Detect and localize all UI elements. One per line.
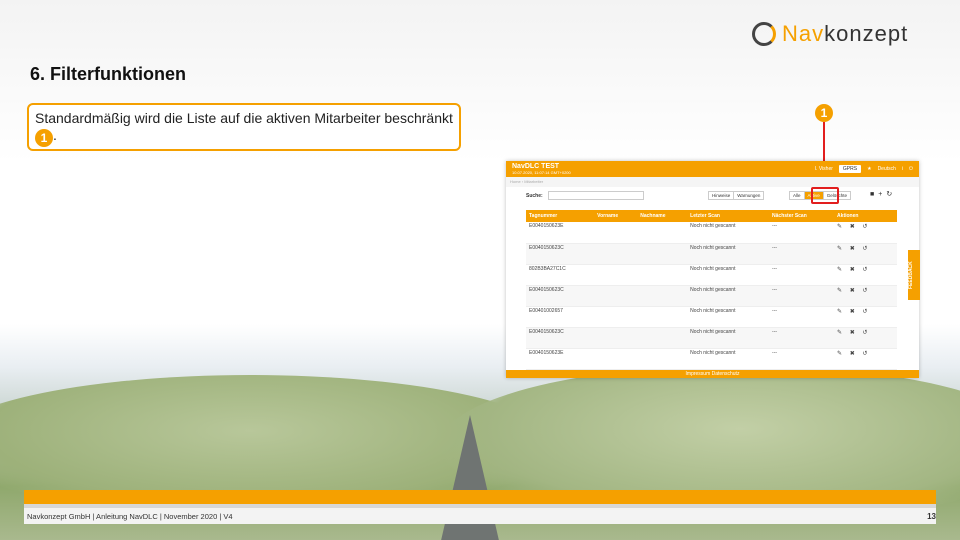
cell-next-scan: --- [769,264,835,286]
row-action-icons[interactable]: ✎ ✖ ↺ [834,285,897,307]
cell-lastname [637,327,688,349]
cell-last-scan: Noch nicht gescannt [687,306,770,328]
row-action-icons[interactable]: ✎ ✖ ↺ [834,348,897,370]
user-menu[interactable]: I. Visher [815,166,833,172]
cell-tag: 802B3BA27C1C [526,264,595,286]
page-title: 6. Filterfunktionen [30,64,187,84]
cell-tag: E0040150623C [526,243,595,265]
cell-last-scan: Noch nicht gescannt [687,222,770,244]
cell-tag: E00401002657 [526,306,595,328]
cart-icon[interactable]: ★ [867,166,871,172]
page-number: 13 [927,512,936,521]
table-row[interactable]: 802B3BA27C1C Noch nicht gescannt --- ✎ ✖ ↺ [526,264,897,286]
table-row[interactable]: E0040150623C Noch nicht gescannt --- ✎ ✖ ↺ [526,285,897,307]
cell-next-scan: --- [769,327,835,349]
cell-lastname [637,306,688,328]
cell-next-scan: --- [769,306,835,328]
language-menu[interactable]: Deutsch [878,166,896,172]
gprs-select[interactable]: GPRS [838,165,862,173]
cell-firstname [594,327,638,349]
cell-last-scan: Noch nicht gescannt [687,285,770,307]
col-lastname[interactable]: Nachname [637,210,688,222]
app-timestamp: 10.07.2020, 11:07:14 GMT+0200 [512,170,571,175]
filter-all-button[interactable]: Alle [790,192,805,199]
feedback-tab[interactable]: FEEDBACK [908,250,920,300]
number-badge-marker: 1 [815,104,833,122]
table-row[interactable]: E0040150623E Noch nicht gescannt --- ✎ ✖ ↺ [526,348,897,370]
toolbar: Suche: Hinweise Warnungen Alle Aktive Ge… [506,187,919,205]
callout-suffix: . [53,127,57,143]
logo-icon [752,22,776,46]
cell-last-scan: Noch nicht gescannt [687,264,770,286]
cell-tag: E0040150623C [526,285,595,307]
cell-firstname [594,264,638,286]
row-action-icons[interactable]: ✎ ✖ ↺ [834,222,897,244]
logo-text-nav: Nav [782,21,825,46]
callout-box: Standardmäßig wird die Liste auf die akt… [27,103,461,151]
col-next-scan[interactable]: Nächster Scan [769,210,835,222]
hint-filter-group: Hinweise Warnungen [708,191,765,200]
breadcrumb[interactable]: Home › Mitarbeiter [506,177,919,187]
table-row[interactable]: E0040150623C Noch nicht gescannt --- ✎ ✖ ↺ [526,243,897,265]
table-row[interactable]: E0040150623C Noch nicht gescannt --- ✎ ✖ ↺ [526,327,897,349]
cell-tag: E0040150623E [526,222,595,244]
app-footer[interactable]: Impressum Datenschutz [506,370,919,378]
cell-tag: E0040150623C [526,327,595,349]
employee-table: Tagnummer Vorname Nachname Letzter Scan … [526,210,897,370]
app-header: NavDLC TEST 10.07.2020, 11:07:14 GMT+020… [506,161,919,177]
cell-firstname [594,348,638,370]
cell-last-scan: Noch nicht gescannt [687,348,770,370]
cell-firstname [594,243,638,265]
cell-next-scan: --- [769,348,835,370]
cell-next-scan: --- [769,222,835,244]
col-tag[interactable]: Tagnummer [526,210,595,222]
row-action-icons[interactable]: ✎ ✖ ↺ [834,306,897,328]
power-icon[interactable]: ⏻ [909,166,913,172]
cell-lastname [637,264,688,286]
callout-text: Standardmäßig wird die Liste auf die akt… [35,110,453,126]
search-input[interactable] [548,191,644,200]
cell-firstname [594,285,638,307]
cell-last-scan: Noch nicht gescannt [687,327,770,349]
cell-tag: E0040150623E [526,348,595,370]
table-row[interactable]: E00401002657 Noch nicht gescannt --- ✎ ✖ ↺ [526,306,897,328]
cell-next-scan: --- [769,285,835,307]
navkonzept-logo: Nav konzept [752,20,942,48]
row-action-icons[interactable]: ✎ ✖ ↺ [834,264,897,286]
app-screenshot: NavDLC TEST 10.07.2020, 11:07:14 GMT+020… [506,161,919,378]
cell-lastname [637,285,688,307]
row-action-icons[interactable]: ✎ ✖ ↺ [834,243,897,265]
col-firstname[interactable]: Vorname [594,210,638,222]
cell-firstname [594,222,638,244]
highlight-box [811,187,839,204]
app-name: NavDLC TEST [512,163,560,170]
cell-lastname [637,222,688,244]
col-actions: Aktionen [834,210,897,222]
row-action-icons[interactable]: ✎ ✖ ↺ [834,327,897,349]
number-badge: 1 [35,129,53,147]
table-row[interactable]: E0040150623E Noch nicht gescannt --- ✎ ✖ ↺ [526,222,897,244]
cell-firstname [594,306,638,328]
warnings-button[interactable]: Warnungen [734,192,763,199]
search-label: Suche: [526,193,543,199]
cell-last-scan: Noch nicht gescannt [687,243,770,265]
logo-text-konzept: konzept [824,21,909,46]
col-last-scan[interactable]: Letzter Scan [687,210,770,222]
hints-button[interactable]: Hinweise [709,192,735,199]
cell-lastname [637,243,688,265]
cell-next-scan: --- [769,243,835,265]
footer-text: Navkonzept GmbH | Anleitung NavDLC | Nov… [24,508,936,524]
info-icon[interactable]: i [902,166,903,172]
cell-lastname [637,348,688,370]
toolbar-icons[interactable]: ■+↻ [870,190,896,198]
footer-bar [24,490,936,504]
